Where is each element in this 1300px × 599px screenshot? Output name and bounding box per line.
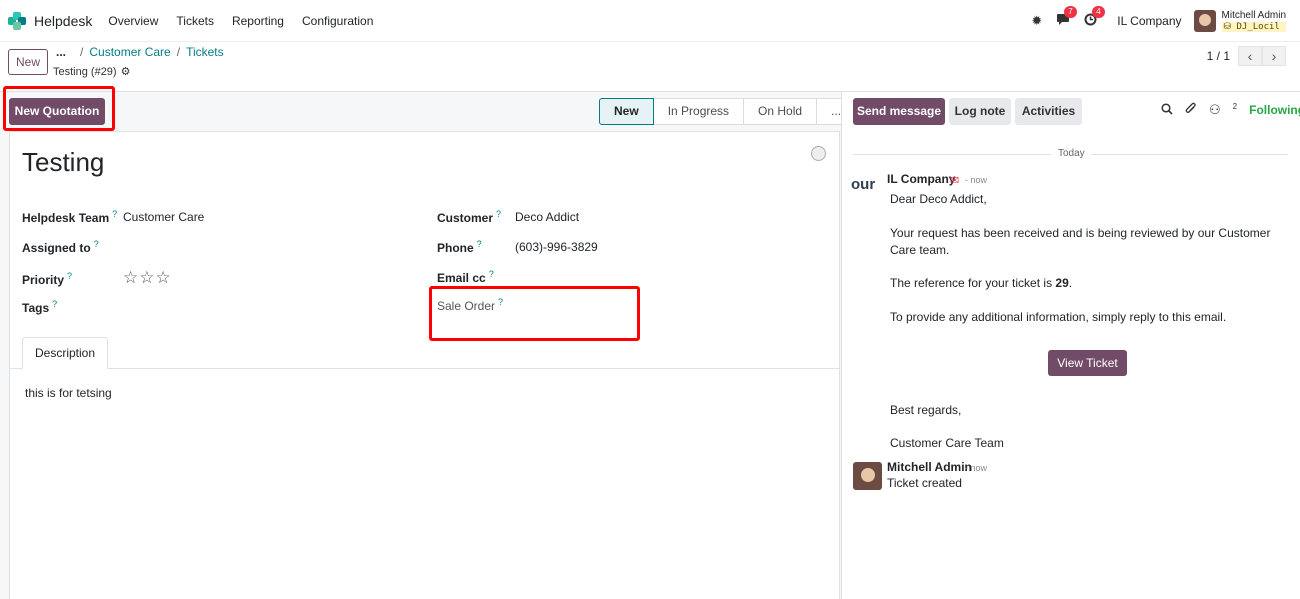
user-avatar[interactable] (1193, 10, 1216, 32)
priority-stars-icon[interactable]: ☆☆☆ (123, 268, 172, 288)
envelope-icon: ✉ (950, 175, 960, 187)
database-name: ⛁ DJ_Locil (1221, 22, 1286, 32)
view-ticket-button[interactable]: View Ticket (1048, 350, 1127, 376)
menu-reporting[interactable]: Reporting (232, 14, 284, 28)
tab-description[interactable]: Description (22, 337, 108, 369)
top-navbar: Helpdesk Overview Tickets Reporting Conf… (0, 0, 1300, 42)
phone-field[interactable]: (603)-996-3829 (515, 240, 598, 254)
paperclip-icon[interactable] (1185, 102, 1197, 118)
menu-configuration[interactable]: Configuration (302, 14, 373, 28)
helpdesk-team-field[interactable]: Customer Care (123, 210, 204, 224)
new-record-button[interactable]: New (8, 49, 48, 75)
notebook-tabs (9, 368, 840, 369)
breadcrumb-tickets[interactable]: Tickets (186, 45, 224, 59)
message-body: Ticket created (887, 476, 962, 490)
messages-badge: 7 (1064, 6, 1077, 18)
stage-new[interactable]: New (599, 98, 654, 125)
followers-count: 2 (1232, 102, 1238, 111)
chevron-left-icon: ‹ (1247, 48, 1253, 64)
message-author[interactable]: IL Company (887, 172, 955, 186)
database-icon: ⛁ (1223, 22, 1237, 32)
pager-value[interactable]: 1 / 1 (1207, 49, 1230, 63)
bug-icon[interactable]: ✹ (1031, 13, 1042, 29)
breadcrumb-customer-care[interactable]: Customer Care (89, 45, 170, 59)
message-reference: The reference for your ticket is 29. (890, 276, 1073, 290)
pager-previous-button[interactable]: ‹ (1238, 46, 1262, 66)
message-paragraph: To provide any additional information, s… (890, 310, 1227, 324)
pager: 1 / 1 ‹ › (1207, 46, 1286, 66)
company-switcher[interactable]: IL Company (1117, 14, 1181, 28)
breadcrumb-more[interactable]: ... (56, 45, 66, 59)
highlight-box-quotation (3, 86, 115, 131)
followers-button[interactable]: ⚇ 2 (1209, 102, 1237, 118)
phone-label: Phone? (437, 239, 482, 255)
send-message-button[interactable]: Send message (853, 98, 945, 125)
message-signature: Customer Care Team (890, 436, 1004, 450)
search-icon[interactable] (1161, 103, 1173, 118)
helpdesk-team-label: Helpdesk Team? (22, 209, 118, 225)
menu-tickets[interactable]: Tickets (176, 14, 214, 28)
highlight-box-sale-order (429, 286, 640, 341)
assigned-to-field[interactable] (123, 240, 403, 256)
description-field[interactable]: this is for tetsing (25, 386, 112, 400)
breadcrumb: ... / Customer Care / Tickets (56, 45, 224, 59)
form-sheet (9, 131, 840, 599)
pager-next-button[interactable]: › (1262, 46, 1286, 66)
app-title: Helpdesk (34, 12, 93, 29)
email-cc-field[interactable] (515, 270, 815, 286)
message-author[interactable]: Mitchell Admin (887, 460, 972, 474)
tags-field[interactable] (123, 300, 403, 316)
avatar[interactable] (853, 462, 882, 490)
user-menu[interactable]: Mitchell Admin ⛁ DJ_Locil (1221, 10, 1286, 32)
gear-icon[interactable]: ⚙ (121, 65, 131, 78)
log-note-button[interactable]: Log note (949, 98, 1011, 125)
following-button[interactable]: Following (1249, 103, 1300, 117)
chatter-panel (841, 91, 1300, 599)
activities-button[interactable]: Activities (1015, 98, 1082, 125)
priority-label: Priority? (22, 271, 73, 287)
kanban-state-icon[interactable] (811, 146, 826, 161)
activities-icon[interactable]: 4 (1084, 6, 1105, 29)
activities-badge: 4 (1092, 6, 1105, 18)
menu-overview[interactable]: Overview (108, 14, 158, 28)
chevron-right-icon: › (1271, 48, 1277, 64)
record-title: Testing (#29) ⚙ (53, 65, 131, 79)
company-logo: our (851, 176, 881, 202)
tags-label: Tags? (22, 299, 58, 315)
stage-in-progress[interactable]: In Progress (653, 98, 745, 125)
customer-label: Customer? (437, 209, 502, 225)
user-name: Mitchell Admin (1221, 10, 1286, 21)
customer-field[interactable]: Deco Addict (515, 210, 579, 224)
stage-statusbar: New In Progress On Hold ... (599, 98, 857, 125)
message-greeting: Dear Deco Addict, (890, 192, 987, 206)
helpdesk-logo-icon (8, 11, 26, 30)
email-cc-label: Email cc? (437, 269, 494, 285)
message-time: - now (965, 463, 988, 473)
user-icon: ⚇ (1209, 102, 1221, 118)
ticket-title[interactable]: Testing (22, 147, 104, 178)
message-time: - now (965, 175, 988, 185)
chatter-toolbar: ⚇ 2 Following (1161, 102, 1300, 118)
message-regards: Best regards, (890, 403, 962, 417)
messages-icon[interactable]: 7 (1056, 6, 1077, 29)
date-separator-label: Today (1051, 148, 1092, 159)
message-paragraph: Your request has been received and is be… (890, 226, 1271, 257)
app-switcher[interactable]: Helpdesk (8, 11, 93, 30)
stage-on-hold[interactable]: On Hold (744, 98, 818, 125)
assigned-to-label: Assigned to? (22, 239, 99, 255)
